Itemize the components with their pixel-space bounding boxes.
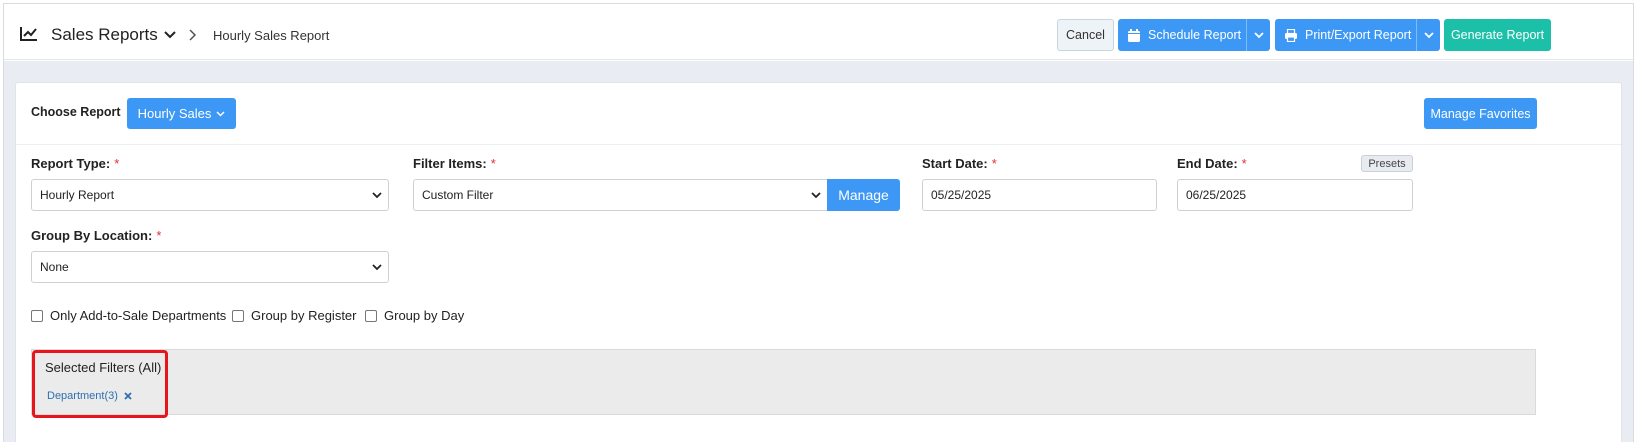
chevron-down-icon: [216, 110, 225, 117]
report-type-label-text: Report Type:: [31, 156, 111, 171]
chevron-down-icon[interactable]: [164, 31, 176, 39]
selected-filters-panel: [31, 349, 1536, 415]
checkbox-box[interactable]: [31, 309, 43, 322]
group-by-location-label-text: Group By Location:: [31, 228, 153, 243]
calendar-icon: [1128, 28, 1140, 42]
presets-button[interactable]: Presets: [1361, 155, 1413, 172]
print-export-button[interactable]: Print/Export Report: [1275, 19, 1440, 51]
report-type-select[interactable]: Hourly Report: [31, 179, 389, 211]
report-type-label: Report Type: *: [31, 156, 119, 171]
report-type-value: Hourly Report: [40, 188, 115, 202]
breadcrumb-current: Hourly Sales Report: [213, 28, 330, 43]
divider: [16, 144, 1621, 145]
page-title[interactable]: Sales Reports: [51, 25, 158, 45]
filter-items-label: Filter Items: *: [413, 156, 496, 171]
filter-items-value: Custom Filter: [422, 188, 494, 202]
choose-report-value: Hourly Sales: [137, 106, 212, 121]
required-marker: *: [1241, 156, 1247, 171]
generate-report-button[interactable]: Generate Report: [1444, 19, 1551, 51]
choose-report-label: Choose Report: [31, 105, 121, 119]
chevron-down-icon: [811, 192, 821, 199]
checkbox-box[interactable]: [365, 309, 377, 322]
schedule-report-button[interactable]: Schedule Report: [1118, 19, 1270, 51]
filter-items-select[interactable]: Custom Filter: [413, 179, 828, 211]
start-date-label-text: Start Date:: [922, 156, 988, 171]
schedule-dropdown-toggle[interactable]: [1246, 19, 1270, 51]
line-chart-icon: [20, 27, 37, 41]
group-by-location-label: Group By Location: *: [31, 228, 161, 243]
start-date-input[interactable]: 05/25/2025: [922, 179, 1157, 211]
checkbox-box[interactable]: [232, 309, 244, 322]
required-marker: *: [991, 156, 997, 171]
chevron-down-icon: [1423, 31, 1434, 38]
choose-report-dropdown[interactable]: Hourly Sales: [127, 98, 236, 129]
checkbox-label: Group by Day: [384, 308, 465, 323]
checkbox-group-by-register[interactable]: Group by Register: [232, 308, 357, 323]
print-export-dropdown-toggle[interactable]: [1416, 19, 1440, 51]
chevron-down-icon: [1253, 31, 1264, 38]
app-window: Sales Reports Hourly Sales Report Cancel…: [3, 3, 1634, 442]
group-by-location-value: None: [40, 260, 69, 274]
chevron-down-icon: [372, 192, 382, 199]
print-export-label: Print/Export Report: [1305, 28, 1412, 42]
printer-icon: [1285, 28, 1297, 42]
checkbox-label: Only Add-to-Sale Departments: [50, 308, 227, 323]
required-marker: *: [490, 156, 496, 171]
end-date-label-text: End Date:: [1177, 156, 1238, 171]
content-area: Choose Report Hourly Sales Manage Favori…: [4, 61, 1633, 442]
filter-items-label-text: Filter Items:: [413, 156, 487, 171]
start-date-label: Start Date: *: [922, 156, 997, 171]
highlight-box: [32, 350, 168, 418]
top-header: Sales Reports Hourly Sales Report Cancel…: [4, 4, 1633, 60]
end-date-label: End Date: *: [1177, 156, 1247, 171]
checkbox-only-add-to-sale[interactable]: Only Add-to-Sale Departments: [31, 308, 226, 323]
schedule-report-label: Schedule Report: [1148, 28, 1242, 42]
chevron-right-icon: [189, 29, 197, 41]
group-by-location-select[interactable]: None: [31, 251, 389, 283]
required-marker: *: [114, 156, 120, 171]
manage-filters-button[interactable]: Manage: [827, 179, 900, 211]
end-date-input[interactable]: 06/25/2025: [1177, 179, 1413, 211]
manage-favorites-button[interactable]: Manage Favorites: [1424, 98, 1537, 129]
cancel-button[interactable]: Cancel: [1057, 19, 1114, 51]
required-marker: *: [156, 228, 162, 243]
report-card: Choose Report Hourly Sales Manage Favori…: [15, 82, 1622, 442]
checkbox-group-by-day[interactable]: Group by Day: [365, 308, 464, 323]
chevron-down-icon: [372, 264, 382, 271]
checkbox-label: Group by Register: [251, 308, 357, 323]
